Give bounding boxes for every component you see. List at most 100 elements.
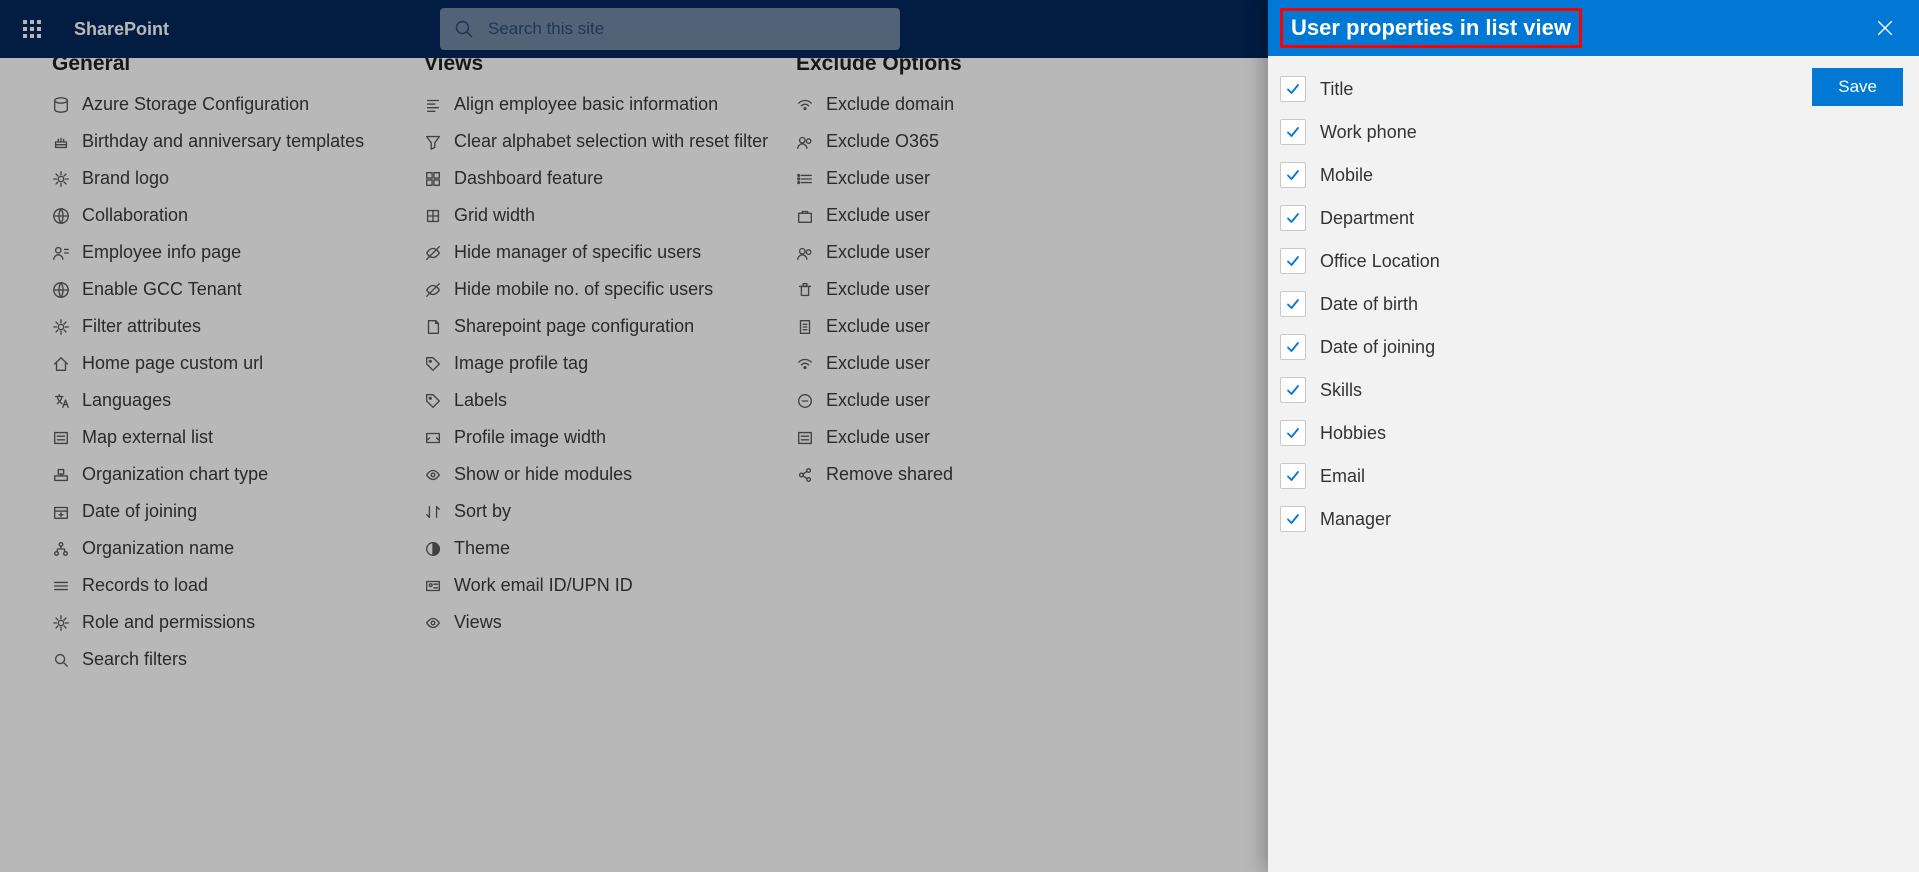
property-row: Skills [1280,373,1812,416]
home-icon [52,355,70,373]
setting-item[interactable]: Exclude user [784,197,1134,234]
tag-icon [424,355,442,373]
property-row: Date of joining [1280,330,1812,373]
database-icon [52,96,70,114]
setting-item[interactable]: Dashboard feature [412,160,762,197]
setting-item-label: Date of joining [82,501,197,522]
setting-item-label: Remove shared [826,464,953,485]
property-checkbox[interactable] [1280,506,1306,532]
setting-item-label: Views [454,612,502,633]
hide-icon [424,244,442,262]
property-checkbox[interactable] [1280,334,1306,360]
setting-item[interactable]: Birthday and anniversary templates [40,123,390,160]
setting-item-label: Azure Storage Configuration [82,94,309,115]
setting-item[interactable]: Azure Storage Configuration [40,86,390,123]
property-checkbox[interactable] [1280,420,1306,446]
check-icon [1285,210,1301,226]
wifi-icon [796,96,814,114]
setting-item[interactable]: Exclude user [784,308,1134,345]
setting-item[interactable]: Enable GCC Tenant [40,271,390,308]
property-checkbox[interactable] [1280,291,1306,317]
setting-item[interactable]: Image profile tag [412,345,762,382]
setting-item[interactable]: Exclude user [784,160,1134,197]
globe-icon [52,281,70,299]
setting-item[interactable]: Profile image width [412,419,762,456]
dashboard-icon [424,170,442,188]
setting-item[interactable]: Clear alphabet selection with reset filt… [412,123,762,160]
setting-item[interactable]: Exclude user [784,382,1134,419]
setting-item[interactable]: Views [412,604,762,641]
check-icon [1285,468,1301,484]
search-box[interactable] [440,8,900,50]
property-row: Office Location [1280,244,1812,287]
setting-item[interactable]: Filter attributes [40,308,390,345]
setting-item-label: Align employee basic information [454,94,718,115]
setting-item[interactable]: Exclude domain [784,86,1134,123]
properties-list: TitleWork phoneMobileDepartmentOffice Lo… [1280,72,1812,545]
setting-item[interactable]: Grid width [412,197,762,234]
property-label: Manager [1320,509,1391,530]
eye-icon [424,614,442,632]
search-input[interactable] [488,19,886,39]
check-icon [1285,339,1301,355]
setting-item-label: Dashboard feature [454,168,603,189]
setting-item[interactable]: Hide mobile no. of specific users [412,271,762,308]
setting-item[interactable]: Languages [40,382,390,419]
property-checkbox[interactable] [1280,377,1306,403]
setting-item-label: Exclude user [826,242,930,263]
setting-item-label: Employee info page [82,242,241,263]
panel-close-button[interactable] [1861,0,1909,56]
setting-item-label: Grid width [454,205,535,226]
brand-label[interactable]: SharePoint [74,19,169,40]
setting-item[interactable]: Sharepoint page configuration [412,308,762,345]
gear-icon [52,614,70,632]
briefcase-icon [796,207,814,225]
setting-item[interactable]: Search filters [40,641,390,678]
setting-item[interactable]: Exclude user [784,271,1134,308]
app-launcher-button[interactable] [8,5,56,53]
setting-item[interactable]: Hide manager of specific users [412,234,762,271]
setting-item[interactable]: Labels [412,382,762,419]
setting-item[interactable]: Exclude user [784,234,1134,271]
setting-item[interactable]: Brand logo [40,160,390,197]
search-icon [52,651,70,669]
setting-item[interactable]: Remove shared [784,456,1134,493]
setting-item[interactable]: Organization chart type [40,456,390,493]
setting-item[interactable]: Exclude user [784,345,1134,382]
property-checkbox[interactable] [1280,463,1306,489]
property-checkbox[interactable] [1280,162,1306,188]
setting-item[interactable]: Work email ID/UPN ID [412,567,762,604]
setting-item[interactable]: Sort by [412,493,762,530]
setting-item-label: Enable GCC Tenant [82,279,242,300]
panel-title: User properties in list view [1280,8,1582,48]
setting-item-label: Clear alphabet selection with reset filt… [454,131,768,152]
setting-item[interactable]: Exclude user [784,419,1134,456]
setting-item[interactable]: Map external list [40,419,390,456]
setting-item[interactable]: Organization name [40,530,390,567]
rows-icon [52,577,70,595]
property-checkbox[interactable] [1280,119,1306,145]
people-icon [796,244,814,262]
property-checkbox[interactable] [1280,205,1306,231]
share-icon [796,466,814,484]
setting-item[interactable]: Date of joining [40,493,390,530]
setting-item[interactable]: Theme [412,530,762,567]
setting-item-label: Image profile tag [454,353,588,374]
setting-item[interactable]: Align employee basic information [412,86,762,123]
setting-item[interactable]: Home page custom url [40,345,390,382]
settings-section: Exclude OptionsExclude domainExclude O36… [784,38,1134,678]
setting-item[interactable]: Collaboration [40,197,390,234]
setting-item[interactable]: Employee info page [40,234,390,271]
property-checkbox[interactable] [1280,76,1306,102]
setting-item[interactable]: Records to load [40,567,390,604]
save-button[interactable]: Save [1812,68,1903,106]
setting-item[interactable]: Exclude O365 [784,123,1134,160]
setting-item-label: Filter attributes [82,316,201,337]
setting-item[interactable]: Role and permissions [40,604,390,641]
setting-item-label: Exclude user [826,205,930,226]
image-width-icon [424,429,442,447]
tag-icon [424,392,442,410]
office-icon [796,318,814,336]
setting-item[interactable]: Show or hide modules [412,456,762,493]
property-checkbox[interactable] [1280,248,1306,274]
